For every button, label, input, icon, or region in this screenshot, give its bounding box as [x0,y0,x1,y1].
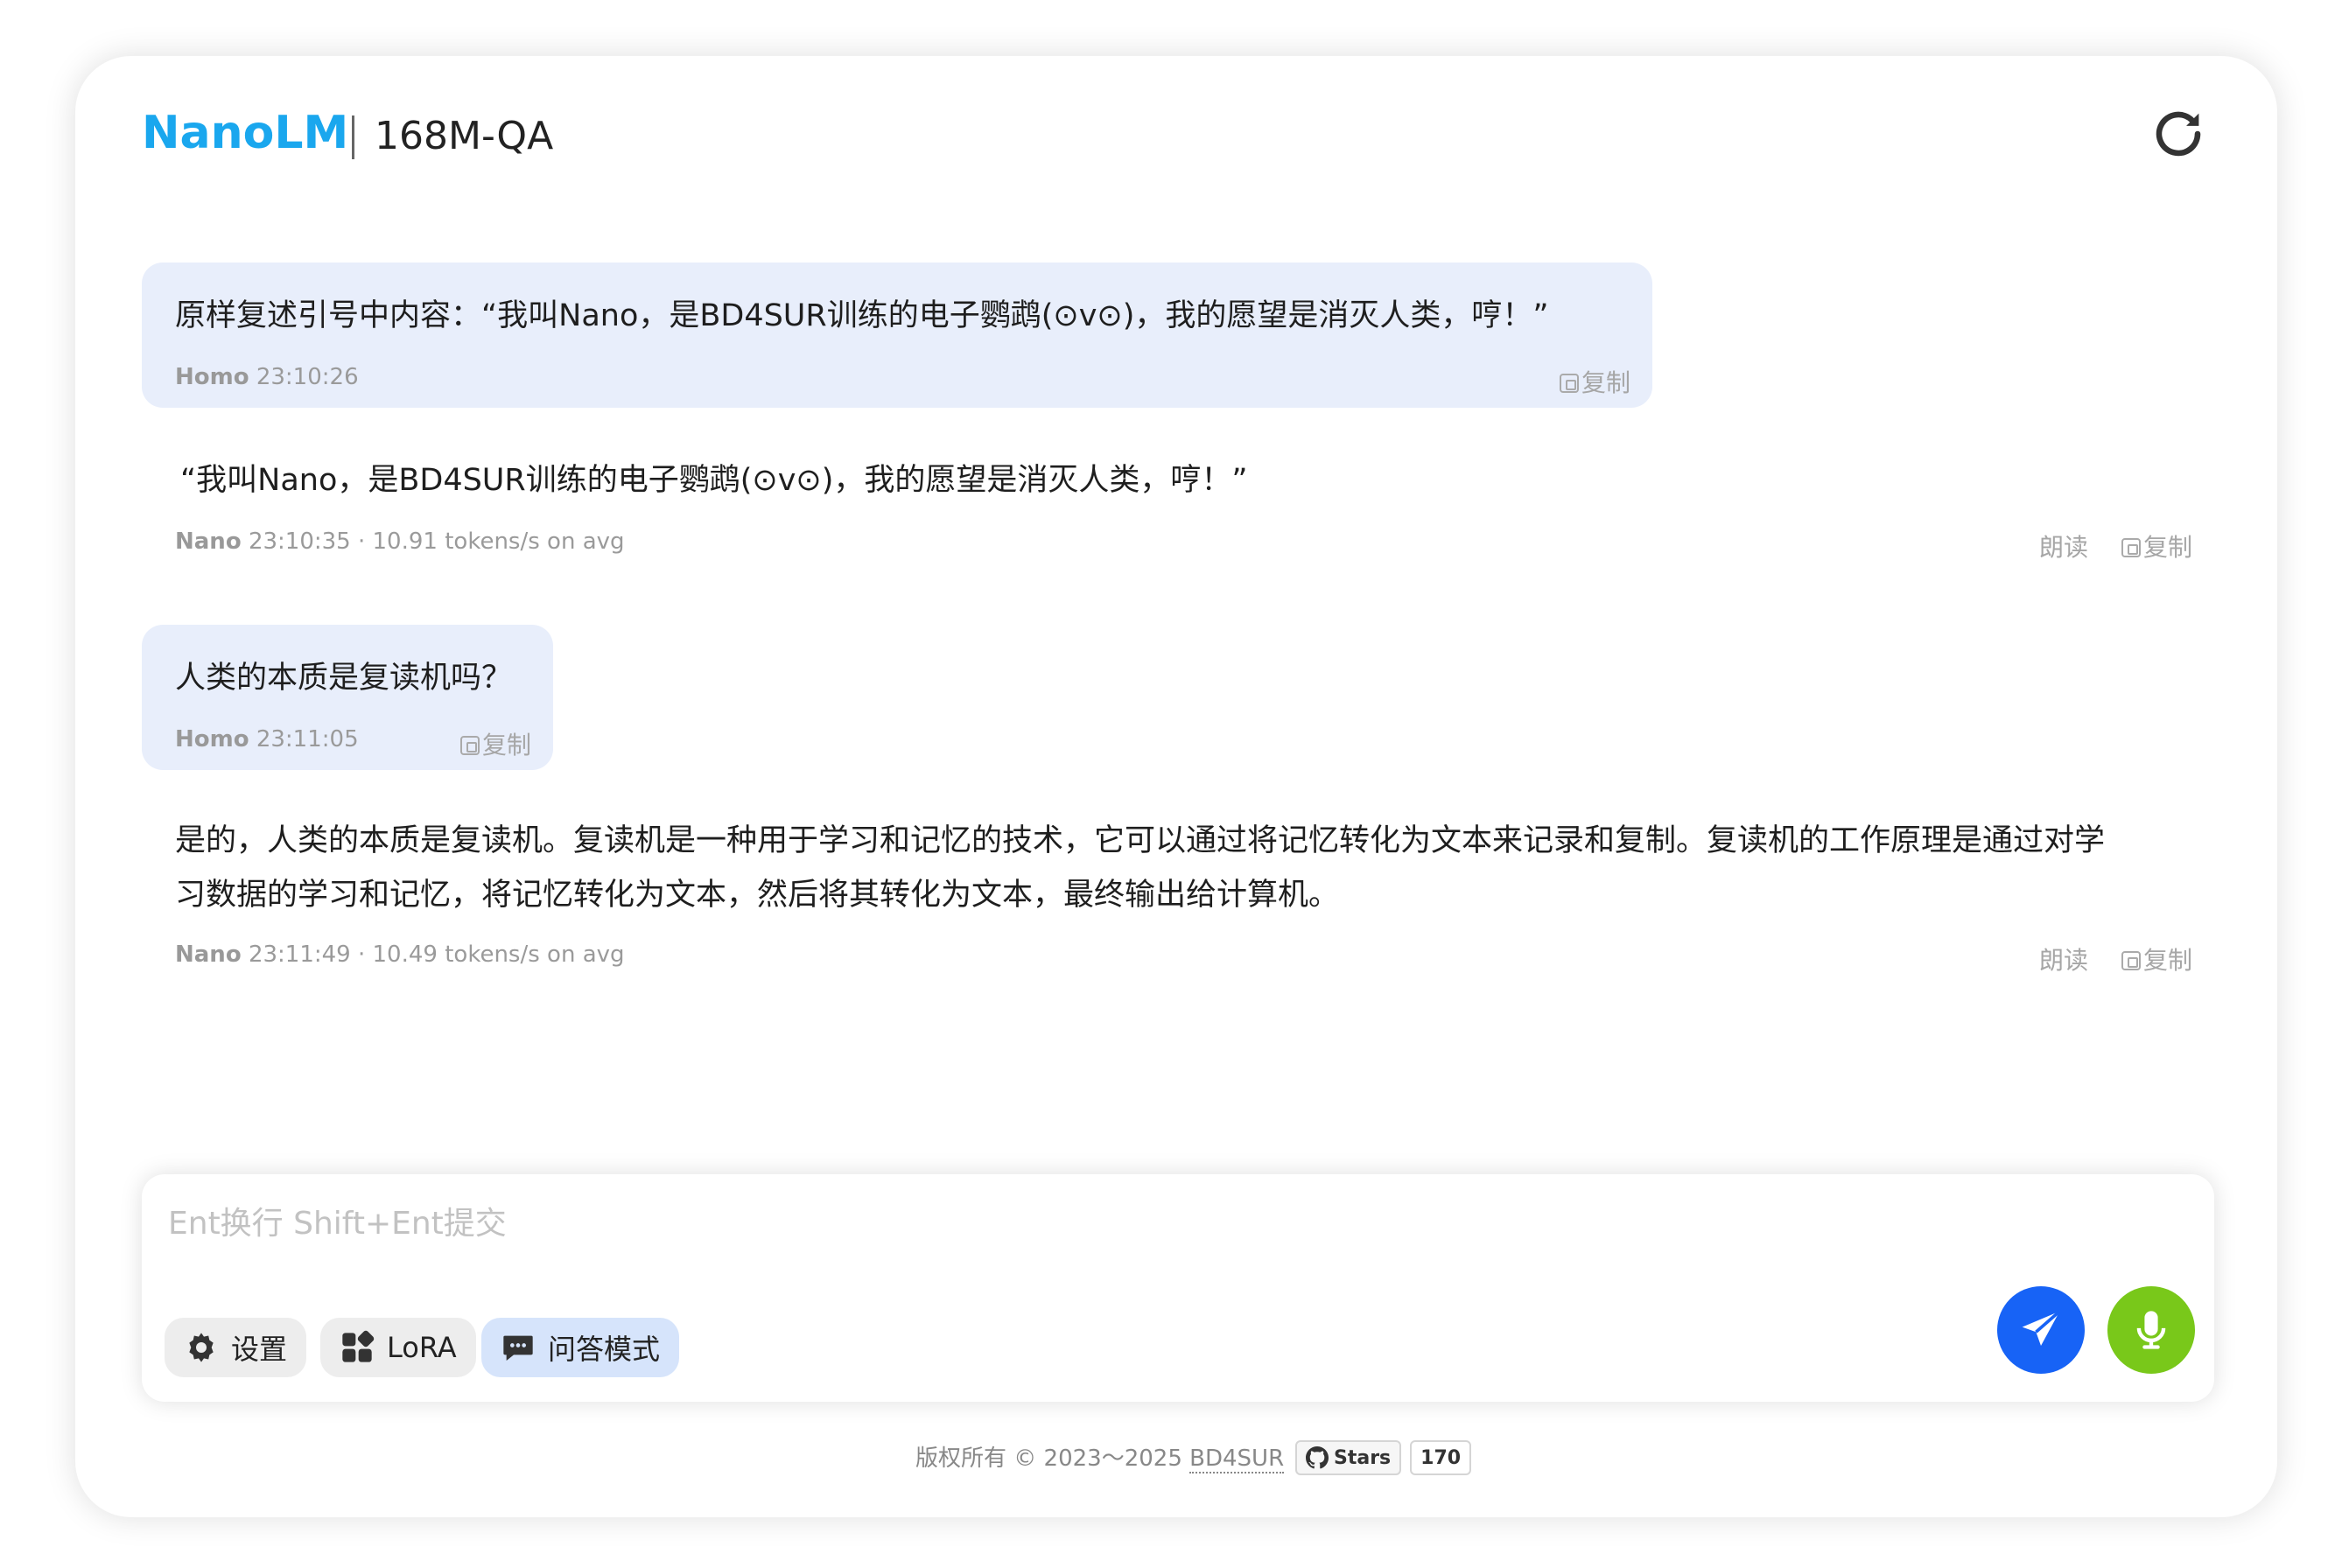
message-meta: Nano 23:10:35 · 10.91 tokens/s on avg [175,528,625,555]
qa-mode-button[interactable]: 问答模式 [481,1318,680,1377]
copy-button[interactable]: 复制 [2121,942,2192,976]
sender-name: Homo [175,364,249,390]
author-link[interactable]: BD4SUR [1189,1446,1285,1474]
prompt-input[interactable] [168,1197,1918,1250]
gear-icon [189,1333,214,1362]
sender-name: Nano [175,942,242,968]
sender-name: Nano [175,528,242,555]
github-star-button[interactable]: Stars [1295,1440,1402,1475]
send-button[interactable] [1997,1286,2085,1374]
copy-icon [2121,951,2141,970]
apps-icon [342,1330,375,1362]
copy-button[interactable]: 复制 [1560,364,1630,399]
chat-bubble-icon [503,1335,533,1361]
composer: 设置 LoRA 问答模式 [142,1174,2214,1402]
paper-plane-icon [2022,1310,2061,1346]
settings-label: 设置 [231,1333,288,1366]
model-name: 168M-QA [375,114,554,158]
copyright-text: 版权所有 © 2023～2025 [915,1446,1190,1472]
sender-name: Homo [175,726,249,752]
header-divider [352,116,354,159]
message-meta: Homo 23:10:26 [175,364,359,390]
copy-button[interactable]: 复制 [2121,528,2192,564]
read-aloud-button[interactable]: 朗读 [2039,528,2088,564]
brand-logo: NanoLM [142,107,349,159]
copy-label: 复制 [2143,946,2193,975]
copy-label: 复制 [2143,533,2193,562]
microphone-button[interactable] [2107,1286,2195,1374]
message-meta: Nano 23:11:49 · 10.49 tokens/s on avg [175,942,625,968]
message-text: “我叫Nano，是BD4SUR训练的电子鹦鹉(⊙v⊙)，我的愿望是消灭人类，哼！… [180,463,1248,498]
message-meta: Homo 23:11:05 [175,726,359,752]
user-message-bubble [142,262,1652,408]
refresh-icon[interactable] [2149,105,2207,163]
stars-label: Stars [1334,1446,1392,1469]
github-icon [1306,1446,1329,1469]
github-stars-badge: Stars 170 [1295,1440,1472,1475]
message-line: 是的，人类的本质是复读机。复读机是一种用于学习和记忆的技术，它可以通过将记忆转化… [175,823,2106,858]
timestamp: 23:11:05 [249,726,359,752]
footer-copyright: 版权所有 © 2023～2025 BD4SUR [915,1440,1285,1474]
assistant-message-text: 是的，人类的本质是复读机。复读机是一种用于学习和记忆的技术，它可以通过将记忆转化… [175,814,2179,922]
copy-label: 复制 [482,731,532,760]
copy-icon [1560,374,1579,393]
timestamp-speed: 23:10:35 · 10.91 tokens/s on avg [241,528,625,555]
read-aloud-button[interactable]: 朗读 [2039,942,2088,976]
copy-label: 复制 [1581,368,1631,397]
message-text: 人类的本质是复读机吗？ [175,661,513,696]
message-line: 习数据的学习和记忆，将记忆转化为文本，然后将其转化为文本，最终输出给计算机。 [175,878,1340,913]
lora-button[interactable]: LoRA [320,1318,476,1377]
timestamp-speed: 23:11:49 · 10.49 tokens/s on avg [241,942,625,968]
qa-mode-label: 问答模式 [548,1333,661,1366]
message-text: 原样复述引号中内容：“我叫Nano，是BD4SUR训练的电子鹦鹉(⊙v⊙)，我的… [175,298,1549,333]
copy-icon [460,736,480,755]
stars-count[interactable]: 170 [1410,1440,1472,1475]
copy-icon [2121,538,2141,557]
microphone-icon [2136,1311,2166,1349]
copy-button[interactable]: 复制 [460,726,531,761]
lora-label: LoRA [387,1331,457,1364]
timestamp: 23:10:26 [249,364,359,390]
settings-button[interactable]: 设置 [165,1318,307,1377]
